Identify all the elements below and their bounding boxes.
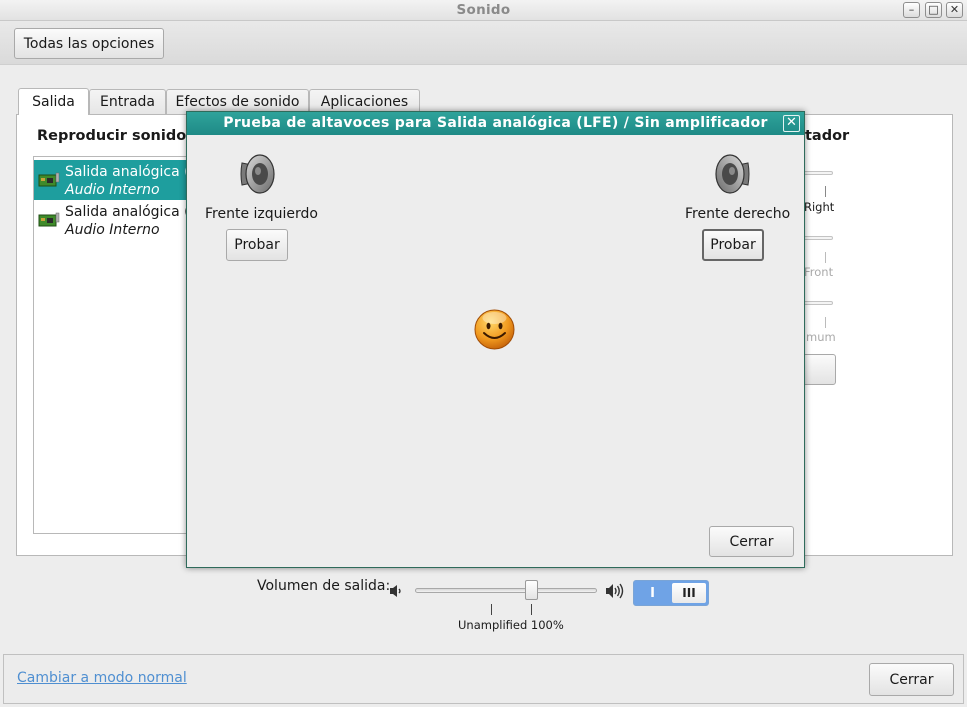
unamplified-tick: [491, 604, 492, 615]
fade-tick: [825, 252, 826, 263]
window-titlebar[interactable]: Sonido – □ ✕: [0, 0, 967, 21]
connector-section-title: tador: [805, 128, 850, 144]
output-section-title: Reproducir sonido a: [37, 128, 202, 144]
output-volume-slider[interactable]: [415, 588, 597, 593]
speaker-left-label: Frente izquierdo: [205, 206, 318, 222]
close-window-button[interactable]: ✕: [946, 2, 963, 18]
device-name: Salida analógica (L: [65, 164, 193, 180]
all-settings-button[interactable]: Todas las opciones: [14, 28, 164, 59]
volume-high-icon: [606, 583, 624, 599]
fade-front-label: Front: [804, 265, 834, 279]
speaker-left-icon: [240, 154, 275, 194]
switch-normal-mode-link[interactable]: Cambiar a modo normal: [17, 670, 187, 686]
subwoofer-minimum-label: mum: [806, 330, 836, 344]
toggle-off: III: [672, 583, 706, 603]
speaker-right-icon: [715, 154, 750, 194]
output-device-list[interactable]: Salida analógica (L Audio Interno Salida…: [33, 156, 193, 534]
device-description: Audio Interno: [65, 222, 160, 238]
balance-right-label: Right: [804, 200, 835, 214]
full-volume-tick: [531, 604, 532, 615]
list-item-device[interactable]: Salida analógica (L Audio Interno: [34, 160, 193, 200]
output-volume-knob[interactable]: [525, 580, 538, 600]
list-item-device[interactable]: Salida analógica (L Audio Interno: [34, 200, 193, 240]
listener-smiley-icon: [474, 309, 515, 350]
sound-card-icon: [38, 212, 60, 227]
subwoofer-tick: [825, 317, 826, 328]
sound-card-icon: [38, 172, 60, 187]
dialog-close-icon[interactable]: ✕: [783, 115, 800, 132]
tab-entrada[interactable]: Entrada: [89, 89, 166, 114]
speaker-right-label: Frente derecho: [685, 206, 791, 222]
device-name: Salida analógica (L: [65, 204, 193, 220]
dialog-title[interactable]: Prueba de altavoces para Salida analógic…: [187, 112, 804, 135]
toggle-on: I: [650, 585, 655, 601]
volume-tick-labels: Unamplified 100%: [458, 618, 564, 632]
maximize-button[interactable]: □: [925, 2, 942, 18]
tab-salida[interactable]: Salida: [18, 88, 89, 115]
main-close-button[interactable]: Cerrar: [869, 663, 954, 696]
dialog-close-button[interactable]: Cerrar: [709, 526, 794, 557]
balance-tick: [825, 186, 826, 197]
output-volume-label: Volumen de salida:: [257, 578, 391, 594]
test-left-button[interactable]: Probar: [226, 229, 288, 261]
volume-low-icon: [390, 585, 401, 597]
test-right-button[interactable]: Probar: [702, 229, 764, 261]
device-description: Audio Interno: [65, 182, 160, 198]
window-title: Sonido: [456, 2, 511, 18]
mute-toggle[interactable]: I III: [633, 580, 709, 606]
minimize-button[interactable]: –: [903, 2, 920, 18]
